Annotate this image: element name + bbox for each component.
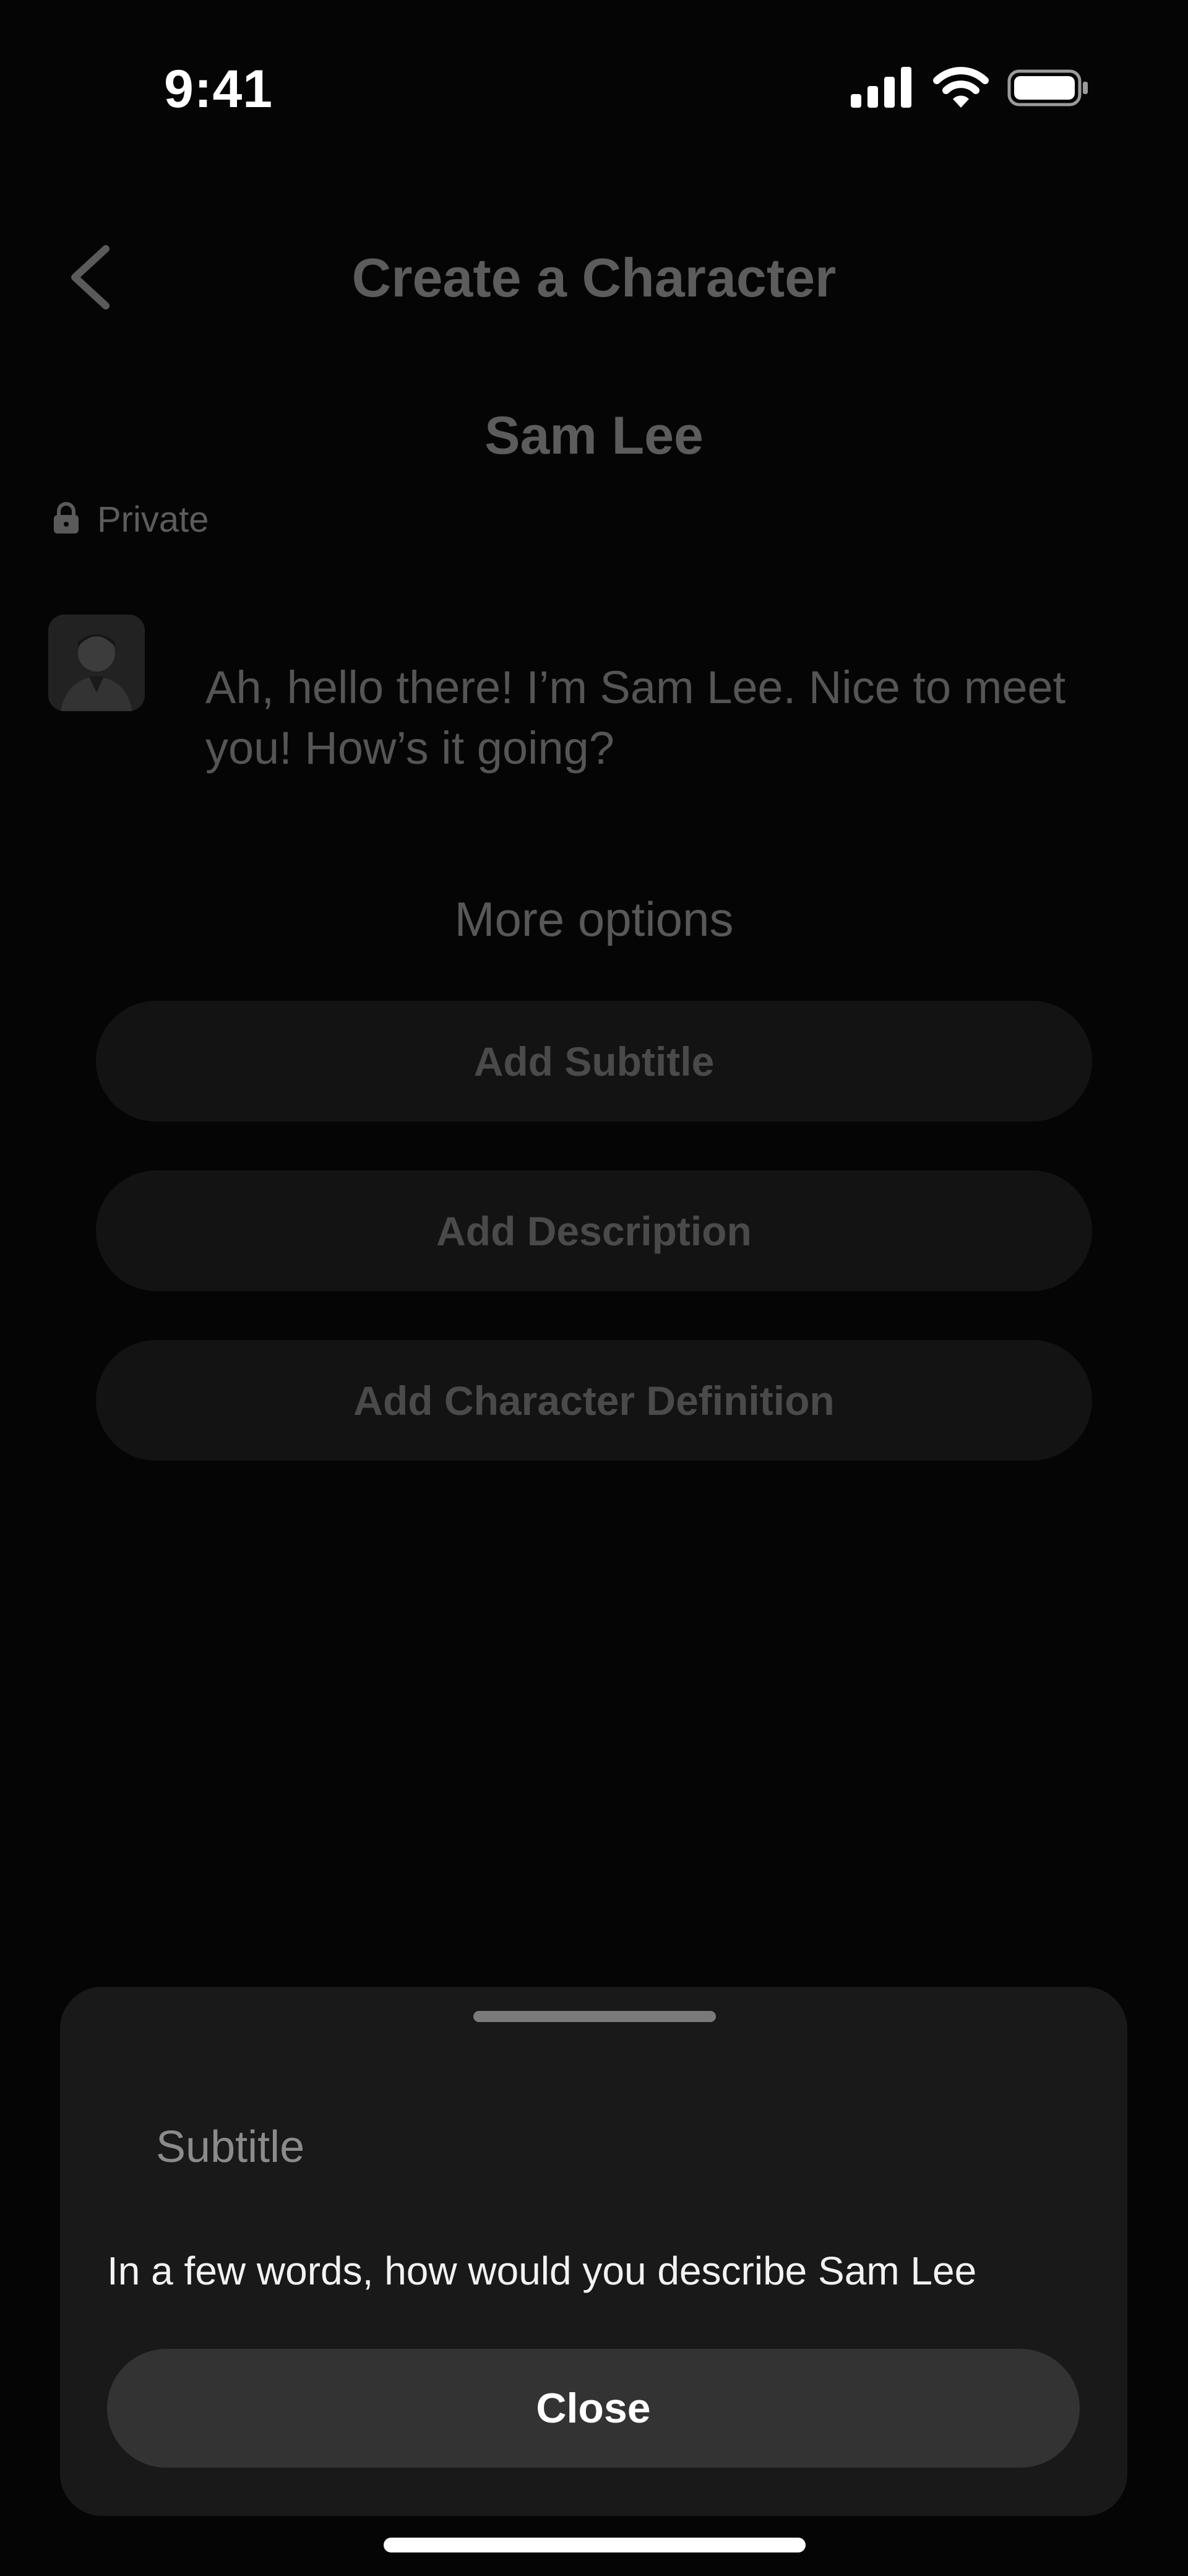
signal-icon	[851, 67, 911, 108]
add-character-definition-button[interactable]: Add Character Definition	[96, 1340, 1092, 1461]
home-indicator[interactable]	[384, 2538, 806, 2552]
visibility-label[interactable]: Private	[97, 499, 209, 540]
page-title: Create a Character	[351, 247, 837, 308]
status-time: 9:41	[164, 59, 273, 119]
close-button[interactable]: Close	[107, 2349, 1080, 2468]
avatar[interactable]	[48, 615, 145, 711]
add-subtitle-button[interactable]: Add Subtitle	[96, 1001, 1092, 1122]
avatar-portrait-icon	[48, 615, 145, 711]
add-description-button[interactable]: Add Description	[96, 1170, 1092, 1291]
subtitle-field-label: Subtitle	[156, 2122, 305, 2172]
wifi-icon	[933, 67, 989, 108]
character-name[interactable]: Sam Lee	[0, 405, 1188, 467]
greeting-message[interactable]: Ah, hello there! I’m Sam Lee. Nice to me…	[205, 657, 1072, 779]
sheet-prompt: In a few words, how would you describe S…	[107, 2249, 977, 2293]
more-options-heading: More options	[454, 892, 734, 946]
lock-icon	[54, 502, 79, 534]
sheet-drag-handle[interactable]	[473, 2011, 716, 2022]
battery-icon	[1007, 69, 1088, 106]
